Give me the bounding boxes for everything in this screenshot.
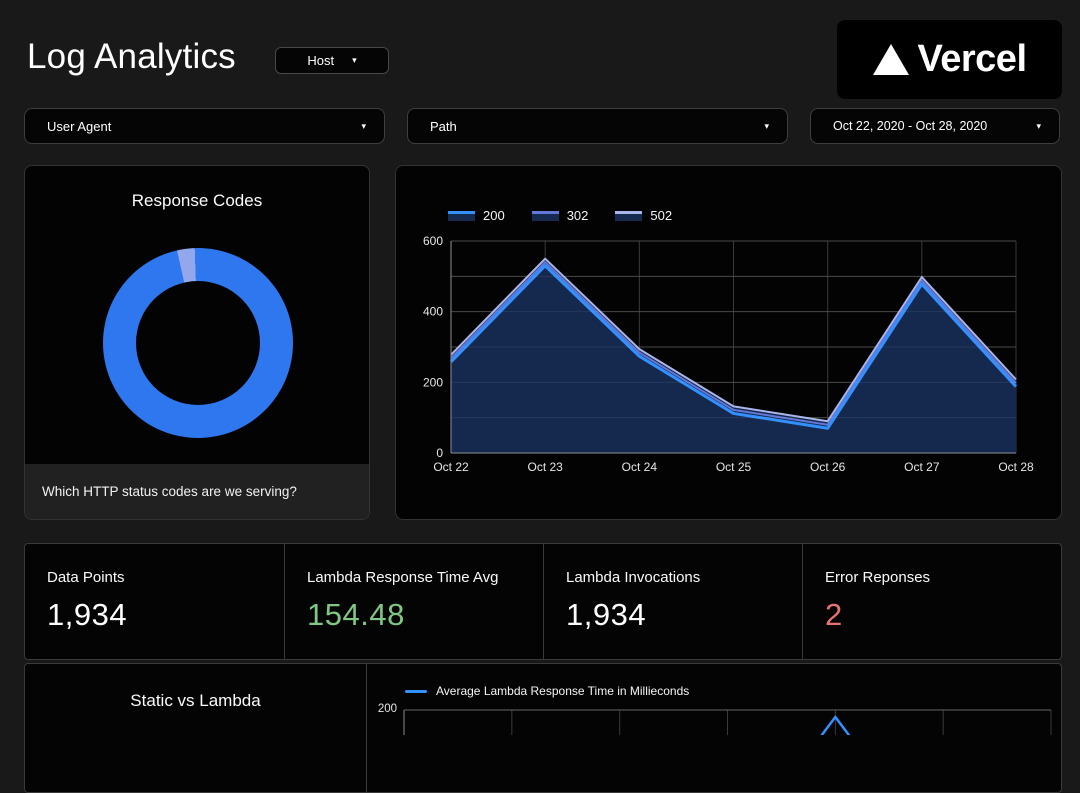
vercel-triangle-icon [873, 44, 909, 75]
host-dropdown[interactable]: Host ▾ [275, 47, 389, 74]
bottom-row: Static vs Lambda Average Lambda Response… [24, 663, 1062, 793]
vercel-logo-text: Vercel [918, 38, 1027, 81]
stat-label: Lambda Response Time Avg [307, 569, 543, 586]
stat-value: 1,934 [566, 597, 802, 633]
svg-text:Oct 22: Oct 22 [433, 460, 469, 474]
stat-data-points: Data Points 1,934 [25, 544, 284, 659]
svg-text:0: 0 [436, 446, 443, 460]
date-range-dropdown[interactable]: Oct 22, 2020 - Oct 28, 2020 ▾ [810, 108, 1060, 144]
svg-text:Oct 23: Oct 23 [527, 460, 563, 474]
log-analytics-dashboard: { "page": { "background": "#191919" }, "… [0, 0, 1080, 735]
stat-label: Error Reponses [825, 569, 1061, 586]
svg-text:Oct 25: Oct 25 [716, 460, 752, 474]
stat-lambda-invocations: Lambda Invocations 1,934 [543, 544, 802, 659]
path-dropdown[interactable]: Path ▾ [407, 108, 788, 144]
path-dropdown-label: Path [430, 119, 457, 134]
stat-label: Lambda Invocations [566, 569, 802, 586]
stat-value: 2 [825, 597, 1061, 633]
stat-value: 154.48 [307, 597, 543, 633]
traffic-area-chart: 0 200 400 600 Oct 22 Oct 23 Oct 24 Oct 25 Oct 26… [396, 166, 1062, 520]
vercel-logo: Vercel [837, 20, 1062, 99]
chevron-down-icon: ▾ [361, 122, 366, 131]
svg-text:Oct 26: Oct 26 [810, 460, 846, 474]
user-agent-dropdown[interactable]: User Agent ▾ [24, 108, 385, 144]
chevron-down-icon: ▾ [764, 122, 769, 131]
page-title: Log Analytics [27, 37, 236, 77]
svg-text:Oct 24: Oct 24 [622, 460, 658, 474]
svg-text:600: 600 [423, 234, 443, 248]
chevron-down-icon: ▾ [352, 56, 357, 65]
stat-error-responses: Error Reponses 2 [802, 544, 1061, 659]
avg-response-line-chart [367, 664, 1061, 735]
static-vs-lambda-title: Static vs Lambda [25, 664, 367, 792]
svg-text:Oct 28: Oct 28 [998, 460, 1034, 474]
host-dropdown-label: Host [307, 53, 334, 68]
status-codes-chart-card: 200302502 0200400600Oct 22Oct 23Oct 24Oc… [395, 165, 1062, 520]
response-codes-donut-chart [103, 248, 293, 438]
stat-label: Data Points [47, 569, 284, 586]
response-codes-footer: Which HTTP status codes are we serving? [25, 464, 369, 519]
svg-text:200: 200 [423, 375, 443, 389]
stat-value: 1,934 [47, 597, 284, 633]
stat-lambda-response-time-avg: Lambda Response Time Avg 154.48 [284, 544, 543, 659]
avg-response-chart-cell: Average Lambda Response Time in Millieco… [367, 664, 1061, 792]
svg-text:Oct 27: Oct 27 [904, 460, 940, 474]
date-range-label: Oct 22, 2020 - Oct 28, 2020 [833, 119, 987, 133]
svg-text:400: 400 [423, 305, 443, 319]
response-codes-title: Response Codes [25, 191, 369, 211]
chevron-down-icon: ▾ [1036, 122, 1041, 131]
stats-row: Data Points 1,934 Lambda Response Time A… [24, 543, 1062, 660]
user-agent-dropdown-label: User Agent [47, 119, 111, 134]
response-codes-card: Response Codes Which HTTP status codes a… [24, 165, 370, 520]
